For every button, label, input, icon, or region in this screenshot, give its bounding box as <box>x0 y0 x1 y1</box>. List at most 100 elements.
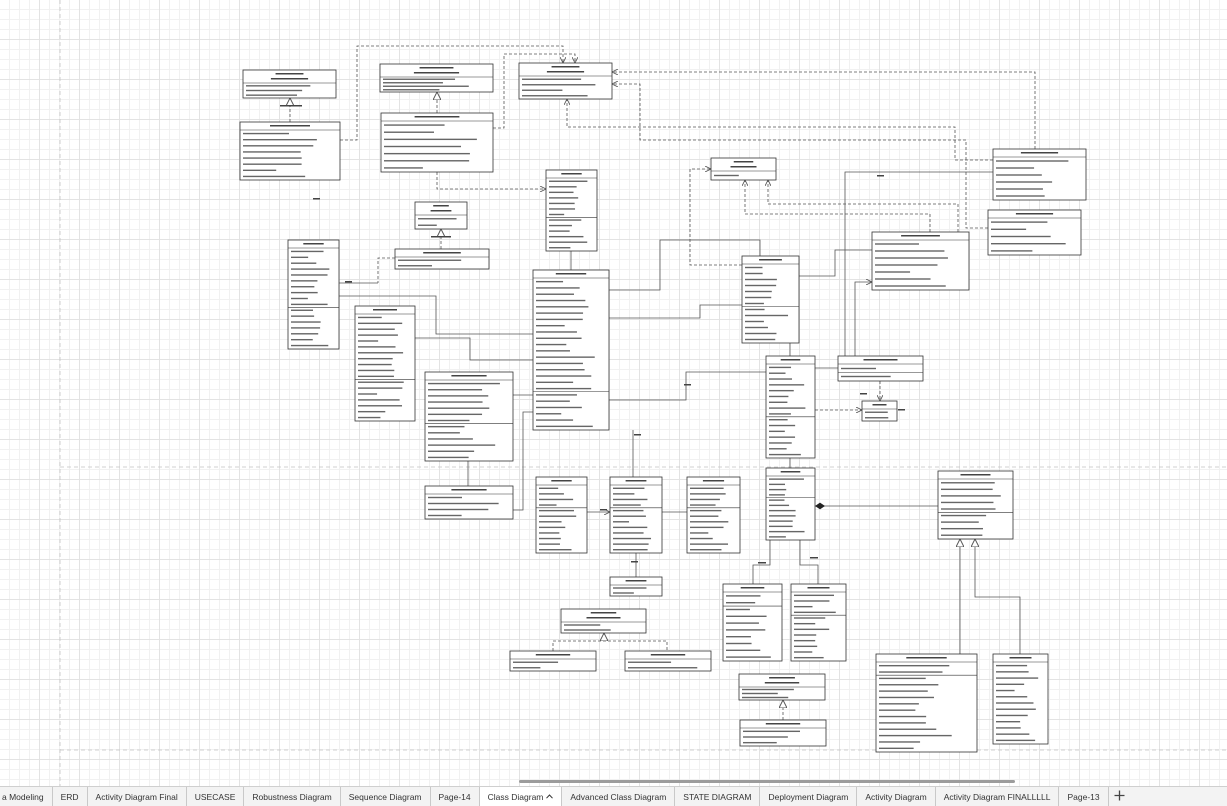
chevron-up-icon[interactable] <box>546 794 554 799</box>
class-box[interactable] <box>424 371 514 462</box>
tab-page-5[interactable]: Sequence Diagram <box>341 787 431 806</box>
member-text <box>358 393 378 395</box>
class-box[interactable] <box>560 608 647 634</box>
connector[interactable] <box>567 99 993 161</box>
connector[interactable] <box>799 249 872 277</box>
member-text <box>358 416 381 419</box>
tab-label: ERD <box>60 791 79 802</box>
connector[interactable] <box>552 640 668 651</box>
connector[interactable] <box>689 169 742 266</box>
member-text <box>613 526 648 529</box>
member-text <box>291 256 309 259</box>
tab-page-12[interactable]: Activity Diagram FINALLLLL <box>936 787 1060 806</box>
class-box[interactable] <box>509 650 597 672</box>
member-text <box>769 494 785 496</box>
class-box[interactable] <box>765 467 816 541</box>
member-text <box>742 696 789 699</box>
class-box[interactable] <box>875 653 978 753</box>
member-text <box>769 536 786 538</box>
class-box[interactable] <box>242 69 337 99</box>
member-text <box>291 280 318 282</box>
connector[interactable] <box>609 304 742 319</box>
class-box[interactable] <box>379 63 494 93</box>
connector[interactable] <box>612 72 1036 149</box>
class-box[interactable] <box>738 673 826 701</box>
class-box[interactable] <box>532 269 610 431</box>
connector[interactable] <box>415 337 533 361</box>
member-text <box>536 369 585 371</box>
tab-page-7[interactable]: Class Diagram <box>479 787 563 806</box>
horizontal-scrollbar[interactable] <box>519 780 1015 783</box>
class-name-text <box>625 580 647 582</box>
member-text <box>996 733 1030 735</box>
connector[interactable] <box>612 84 988 229</box>
class-box[interactable] <box>741 255 800 344</box>
member-text <box>996 174 1042 176</box>
class-box[interactable] <box>710 157 777 181</box>
member-text <box>726 615 767 617</box>
class-box[interactable] <box>992 653 1049 745</box>
class-box[interactable] <box>686 476 741 554</box>
class-name-text <box>769 677 795 679</box>
class-box[interactable] <box>609 576 663 597</box>
tab-page-13[interactable]: Page-13 <box>1059 787 1109 806</box>
member-text <box>384 138 477 141</box>
member-text <box>549 197 579 199</box>
tab-page-2[interactable]: Activity Diagram Final <box>88 787 187 806</box>
class-box[interactable] <box>518 62 613 100</box>
class-box[interactable] <box>987 209 1082 256</box>
class-box[interactable] <box>239 121 341 181</box>
class-box[interactable] <box>535 476 588 554</box>
connector[interactable] <box>609 371 766 401</box>
connector[interactable] <box>377 257 395 283</box>
connector[interactable] <box>768 180 959 232</box>
connector[interactable] <box>745 180 931 232</box>
class-box[interactable] <box>992 148 1087 201</box>
connector[interactable] <box>799 540 819 584</box>
class-box[interactable] <box>380 112 494 173</box>
class-box[interactable] <box>354 305 416 422</box>
member-text <box>875 271 911 273</box>
class-box[interactable] <box>739 719 827 747</box>
connector-label <box>431 236 451 238</box>
connector[interactable] <box>436 172 546 189</box>
class-box[interactable] <box>765 355 816 459</box>
tab-page-3[interactable]: USECASE <box>187 787 245 806</box>
tab-page-1[interactable]: ERD <box>53 787 88 806</box>
class-box[interactable] <box>722 583 783 662</box>
tab-page-10[interactable]: Deployment Diagram <box>760 787 858 806</box>
member-text <box>726 656 771 658</box>
member-text <box>428 401 483 403</box>
class-box[interactable] <box>414 201 468 230</box>
tab-page-6[interactable]: Page-14 <box>431 787 480 806</box>
tab-page-4[interactable]: Robustness Diagram <box>244 787 341 806</box>
connector[interactable] <box>609 239 761 291</box>
connector[interactable] <box>975 539 1021 654</box>
tab-page-9[interactable]: STATE DIAGRAM <box>675 787 761 806</box>
tab-page-8[interactable]: Advanced Class Diagram <box>562 787 676 806</box>
class-box[interactable] <box>861 400 898 422</box>
tab-page-11[interactable]: Activity Diagram <box>857 787 936 806</box>
member-text <box>243 145 314 147</box>
member-text <box>613 532 644 534</box>
class-box[interactable] <box>624 650 712 672</box>
member-text <box>879 747 914 750</box>
class-box[interactable] <box>837 355 924 382</box>
class-box[interactable] <box>287 239 340 350</box>
class-box[interactable] <box>790 583 847 662</box>
class-box[interactable] <box>609 476 663 554</box>
class-box[interactable] <box>937 470 1014 540</box>
class-box[interactable] <box>424 485 514 520</box>
diagram-canvas[interactable] <box>0 0 1227 786</box>
class-box[interactable] <box>545 169 598 252</box>
connector[interactable] <box>854 282 872 356</box>
tab-page-0[interactable]: a Modeling <box>0 787 53 806</box>
add-page-button[interactable] <box>1109 787 1131 806</box>
class-name-text <box>730 166 757 168</box>
member-text <box>726 602 756 604</box>
member-text <box>875 278 931 280</box>
class-box[interactable] <box>871 231 970 291</box>
connector[interactable] <box>513 411 533 511</box>
class-box[interactable] <box>394 248 490 270</box>
member-text <box>726 622 759 624</box>
